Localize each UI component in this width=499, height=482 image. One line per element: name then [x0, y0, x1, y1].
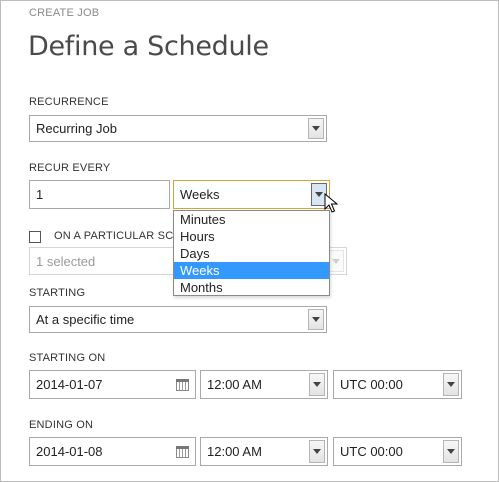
- starting-select[interactable]: At a specific time: [29, 306, 327, 333]
- recur-unit-select[interactable]: Weeks: [173, 180, 330, 209]
- recur-unit-option-weeks[interactable]: Weeks: [174, 262, 329, 279]
- recur-unit-option-minutes[interactable]: Minutes: [174, 211, 329, 228]
- particular-schedule-placeholder: 1 selected: [36, 253, 96, 269]
- starting-on-label: STARTING ON: [29, 352, 106, 364]
- starting-value: At a specific time: [36, 312, 135, 327]
- end-time-dropdown-button[interactable]: [309, 440, 325, 463]
- chevron-down-icon: [313, 382, 321, 387]
- end-date-value: 2014-01-08: [36, 444, 103, 459]
- start-timezone-select[interactable]: UTC 00:00: [333, 370, 462, 399]
- chevron-down-icon: [447, 382, 455, 387]
- particular-schedule-dropdown-button: [328, 250, 344, 272]
- starting-label: STARTING: [29, 287, 86, 299]
- end-time-value: 12:00 AM: [207, 444, 262, 459]
- recurrence-label: RECURRENCE: [29, 96, 109, 108]
- recur-unit-option-hours[interactable]: Hours: [174, 228, 329, 245]
- particular-schedule-label: ON A PARTICULAR SCHE: [54, 230, 190, 242]
- end-time-select[interactable]: 12:00 AM: [200, 437, 328, 466]
- recur-every-label: RECUR EVERY: [29, 162, 111, 174]
- recur-count-input[interactable]: 1: [29, 180, 170, 209]
- start-time-dropdown-button[interactable]: [309, 373, 325, 396]
- calendar-icon[interactable]: [176, 446, 189, 458]
- start-timezone-value: UTC 00:00: [340, 377, 403, 392]
- recur-count-value: 1: [36, 187, 44, 202]
- chevron-down-icon: [313, 449, 321, 454]
- recurrence-select[interactable]: Recurring Job: [29, 115, 327, 142]
- create-job-dialog: CREATE JOB Define a Schedule RECURRENCE …: [0, 0, 499, 482]
- chevron-down-icon: [315, 192, 323, 197]
- recur-unit-options-list[interactable]: Minutes Hours Days Weeks Months: [173, 210, 330, 296]
- dialog-caption: CREATE JOB: [29, 7, 100, 19]
- chevron-down-icon: [312, 126, 320, 131]
- particular-schedule-checkbox[interactable]: [29, 231, 41, 243]
- calendar-icon[interactable]: [176, 379, 189, 391]
- recurrence-value: Recurring Job: [36, 121, 117, 136]
- start-time-select[interactable]: 12:00 AM: [200, 370, 328, 399]
- starting-dropdown-button[interactable]: [308, 309, 324, 330]
- end-date-input[interactable]: 2014-01-08: [29, 437, 196, 466]
- recur-unit-value: Weeks: [180, 187, 220, 202]
- recur-unit-option-months[interactable]: Months: [174, 279, 329, 296]
- recurrence-dropdown-button[interactable]: [308, 118, 324, 139]
- start-date-input[interactable]: 2014-01-07: [29, 370, 196, 399]
- end-timezone-value: UTC 00:00: [340, 444, 403, 459]
- chevron-down-icon: [332, 258, 340, 264]
- start-date-value: 2014-01-07: [36, 377, 103, 392]
- mouse-pointer-icon: [324, 193, 338, 213]
- start-timezone-dropdown-button[interactable]: [443, 373, 459, 396]
- recur-unit-option-days[interactable]: Days: [174, 245, 329, 262]
- start-time-value: 12:00 AM: [207, 377, 262, 392]
- ending-on-label: ENDING ON: [29, 419, 94, 431]
- end-timezone-dropdown-button[interactable]: [443, 440, 459, 463]
- chevron-down-icon: [447, 449, 455, 454]
- end-timezone-select[interactable]: UTC 00:00: [333, 437, 462, 466]
- page-title: Define a Schedule: [28, 31, 269, 62]
- chevron-down-icon: [312, 317, 320, 322]
